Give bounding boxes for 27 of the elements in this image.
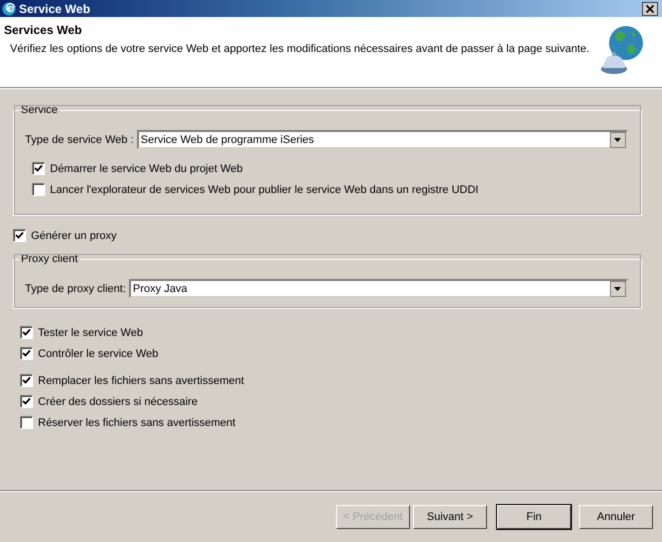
dialog-button[interactable]: Annuler	[579, 504, 653, 528]
option-checkbox[interactable]: Réserver les fichiers sans avertissement	[20, 415, 642, 430]
option-checkbox[interactable]: Remplacer les fichiers sans avertissement	[20, 373, 642, 388]
page-title: Services Web	[4, 23, 83, 37]
field-label: Type de proxy client:	[25, 282, 126, 294]
option-checkbox[interactable]: Lancer l'explorateur de services Web pour publier le service Web dans un registre UDDI	[32, 182, 628, 197]
service-type-dropdown[interactable]: Service Web de programme iSeries	[136, 130, 628, 149]
check-icon	[22, 328, 31, 337]
window-title: Service Web	[19, 2, 92, 16]
group-legend: Proxy client	[19, 253, 80, 265]
check-icon	[22, 349, 31, 358]
check-icon	[15, 231, 24, 240]
option-checkbox[interactable]: Créer des dossiers si nécessaire	[20, 394, 642, 409]
close-icon[interactable]	[642, 2, 658, 16]
check-icon	[34, 164, 43, 173]
check-icon	[22, 397, 31, 406]
page-description: Vérifiez les options de votre service Web et apportez les modifications nécessaires avant de passer à la page suivante.	[9, 43, 590, 55]
dialog-button[interactable]: Suivant >	[413, 504, 487, 528]
check-icon	[22, 376, 31, 385]
option-checkbox[interactable]: Démarrer le service Web du projet Web	[32, 161, 628, 176]
dialog-button[interactable]: Fin	[497, 504, 571, 528]
option-checkbox[interactable]: Contrôler le service Web	[20, 346, 642, 361]
generate-proxy-checkbox[interactable]: Générer un proxy	[13, 228, 642, 243]
proxy-type-dropdown[interactable]: Proxy Java	[128, 279, 628, 298]
field-label: Type de service Web :	[25, 134, 134, 146]
option-checkbox[interactable]: Tester le service Web	[20, 325, 642, 340]
group-legend: Service	[19, 104, 60, 116]
